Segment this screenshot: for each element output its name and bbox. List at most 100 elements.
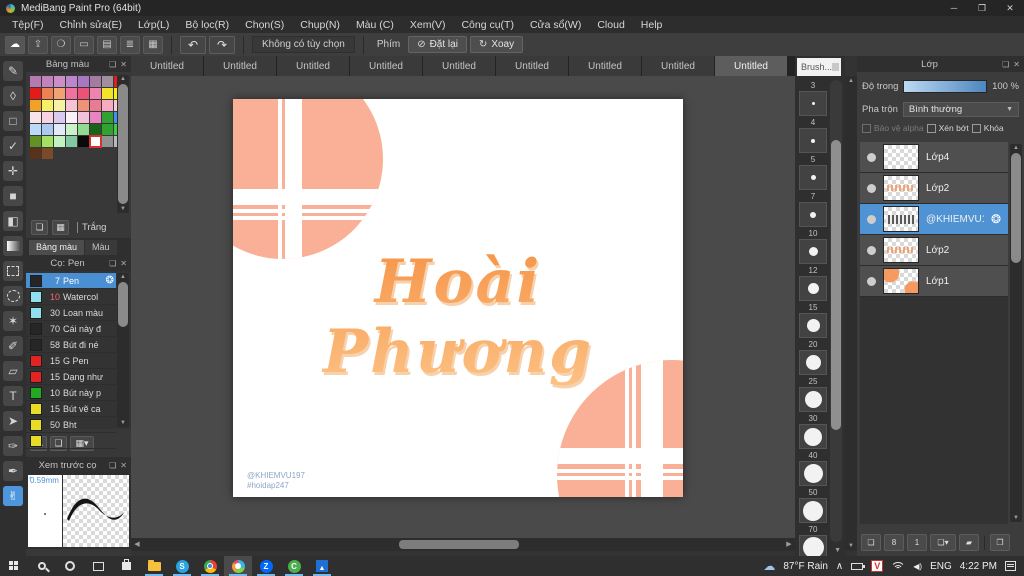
- document-tab[interactable]: Untitled: [350, 56, 422, 76]
- taskbar-task-view[interactable]: [84, 556, 112, 576]
- menu-item-xem[interactable]: Xem(V): [402, 19, 454, 31]
- brush-item[interactable]: 30 Loan màu: [26, 305, 116, 321]
- color-swatch[interactable]: [78, 100, 89, 111]
- document-button[interactable]: ▤: [97, 35, 117, 54]
- menu-item-chọn[interactable]: Chọn(S): [237, 19, 292, 31]
- color-swatch[interactable]: [42, 76, 53, 87]
- menu-item-lớp[interactable]: Lớp(L): [130, 19, 177, 31]
- brush-size-option[interactable]: [799, 276, 827, 301]
- layer-folder-button[interactable]: ▰: [959, 534, 979, 551]
- weather-cloud-icon[interactable]: ☁: [763, 559, 775, 573]
- color-swatch[interactable]: [89, 135, 102, 148]
- color-swatch[interactable]: [90, 100, 101, 111]
- layer-visibility-dot[interactable]: [867, 183, 876, 193]
- brush-item[interactable]: 15 G Pen: [26, 353, 116, 369]
- brush-size-option[interactable]: [799, 128, 827, 153]
- brush-size-option[interactable]: [799, 313, 827, 338]
- blend-mode-select[interactable]: Bình thường ▼: [902, 101, 1019, 117]
- color-swatch[interactable]: [78, 112, 89, 123]
- color-swatch[interactable]: [54, 88, 65, 99]
- color-swatch[interactable]: [42, 124, 53, 135]
- menu-item-bộ-lọc[interactable]: Bộ lọc(R): [177, 19, 237, 31]
- brush-size-scroll-thumb[interactable]: [831, 140, 841, 430]
- pen-tool[interactable]: ✑: [3, 436, 23, 456]
- eraser-tool[interactable]: ◊: [3, 86, 23, 106]
- brush-scroll-thumb[interactable]: [118, 282, 128, 327]
- brush-size-option[interactable]: [799, 535, 827, 556]
- document-tab[interactable]: Untitled: [569, 56, 641, 76]
- menu-item-tệp[interactable]: Tệp(F): [4, 19, 52, 31]
- color-swatch[interactable]: [102, 100, 113, 111]
- new-layer-button[interactable]: ❏: [861, 534, 881, 551]
- scroll-down-icon[interactable]: ▼: [1010, 514, 1022, 522]
- layer-item[interactable]: Lớp2: [860, 173, 1008, 204]
- taskbar-skype[interactable]: S: [168, 556, 196, 576]
- color-swatch[interactable]: [78, 88, 89, 99]
- lasso-tool[interactable]: [3, 286, 23, 306]
- color-swatch[interactable]: [30, 136, 41, 147]
- menu-item-công-cụ[interactable]: Công cụ(T): [453, 19, 522, 31]
- canvas-workspace[interactable]: Hoài Phương @KHIEMVU197 #hoidap247: [131, 76, 795, 538]
- color-swatch[interactable]: [102, 112, 113, 123]
- rotate-view-button[interactable]: ↻ Xoay: [469, 36, 524, 53]
- checkbox-icon[interactable]: [971, 123, 981, 133]
- operation-tool[interactable]: ➤: [3, 411, 23, 431]
- layer-visibility-dot[interactable]: [867, 214, 876, 224]
- menu-item-cửa-sổ[interactable]: Cửa sổ(W): [522, 19, 589, 31]
- popout-icon[interactable]: ❏: [109, 259, 116, 268]
- color-swatch[interactable]: [42, 88, 53, 99]
- menu-item-chỉnh-sửa[interactable]: Chỉnh sửa(E): [52, 19, 130, 31]
- palette-scroll-thumb[interactable]: [118, 84, 128, 204]
- color-swatch[interactable]: [102, 88, 113, 99]
- figure-tool[interactable]: □: [3, 111, 23, 131]
- taskbar-zalo[interactable]: Z: [252, 556, 280, 576]
- color-swatch[interactable]: [30, 76, 41, 87]
- reset-view-button[interactable]: ⊘ Đặt lại: [408, 36, 467, 53]
- layers-scroll-thumb[interactable]: [1011, 153, 1021, 263]
- select-tool[interactable]: [3, 261, 23, 281]
- layer-option-xén-bớt[interactable]: Xén bớt: [926, 123, 969, 133]
- document-tab[interactable]: Untitled: [496, 56, 568, 76]
- scroll-up-icon[interactable]: ▲: [117, 75, 129, 83]
- color-swatch[interactable]: [66, 76, 77, 87]
- document-tab[interactable]: Untitled: [277, 56, 349, 76]
- color-swatch[interactable]: [90, 76, 101, 87]
- comment-button[interactable]: ❍: [51, 35, 71, 54]
- palette-scrollbar[interactable]: ▲ ▼: [117, 75, 129, 213]
- scroll-up-icon[interactable]: ▲: [1010, 144, 1022, 152]
- select-pen-tool[interactable]: ✐: [3, 336, 23, 356]
- brush-size-option[interactable]: [799, 239, 827, 264]
- brush-size-option[interactable]: [799, 350, 827, 375]
- palette-tab-màu[interactable]: Màu: [85, 240, 117, 255]
- brush-item[interactable]: 50 Bht: [26, 417, 116, 433]
- layers-scrollbar[interactable]: ▲ ▼: [1010, 144, 1022, 522]
- brush-size-option[interactable]: [799, 387, 827, 412]
- scroll-left-icon[interactable]: ◀: [131, 538, 143, 551]
- taskbar-cortana[interactable]: [56, 556, 84, 576]
- notification-center-icon[interactable]: [1005, 561, 1016, 571]
- scroll-down-icon[interactable]: ▼: [117, 419, 129, 427]
- gear-icon[interactable]: ❂: [991, 212, 1001, 226]
- taskbar-file-explorer[interactable]: [140, 556, 168, 576]
- color-swatch[interactable]: [30, 100, 41, 111]
- close-icon[interactable]: ✕: [120, 60, 127, 69]
- brush-size-option[interactable]: [799, 202, 827, 227]
- brush-item[interactable]: 15 Bút vẽ ca: [26, 401, 116, 417]
- close-button[interactable]: ✕: [996, 0, 1024, 16]
- layer-item[interactable]: @KHIEMVU19 ❂: [860, 204, 1008, 235]
- taskbar-photos[interactable]: ▲: [308, 556, 336, 576]
- add-layer-menu-button[interactable]: ❏▾: [930, 534, 956, 551]
- color-swatch[interactable]: [54, 124, 65, 135]
- color-swatch[interactable]: [30, 148, 41, 159]
- weather-text[interactable]: 87°F Rain: [783, 561, 828, 572]
- bucket-tool[interactable]: ◧: [3, 211, 23, 231]
- scroll-down-icon[interactable]: ▼: [117, 205, 129, 213]
- menu-item-màu[interactable]: Màu (C): [348, 19, 402, 31]
- brush-size-option[interactable]: [799, 498, 827, 523]
- dot-pen-tool[interactable]: ✓: [3, 136, 23, 156]
- artboard[interactable]: Hoài Phương @KHIEMVU197 #hoidap247: [233, 99, 683, 497]
- color-swatch[interactable]: [42, 148, 53, 159]
- gear-icon[interactable]: ❂: [106, 275, 114, 286]
- ime-vietkey-icon[interactable]: V: [871, 560, 884, 572]
- color-swatch[interactable]: [78, 124, 89, 135]
